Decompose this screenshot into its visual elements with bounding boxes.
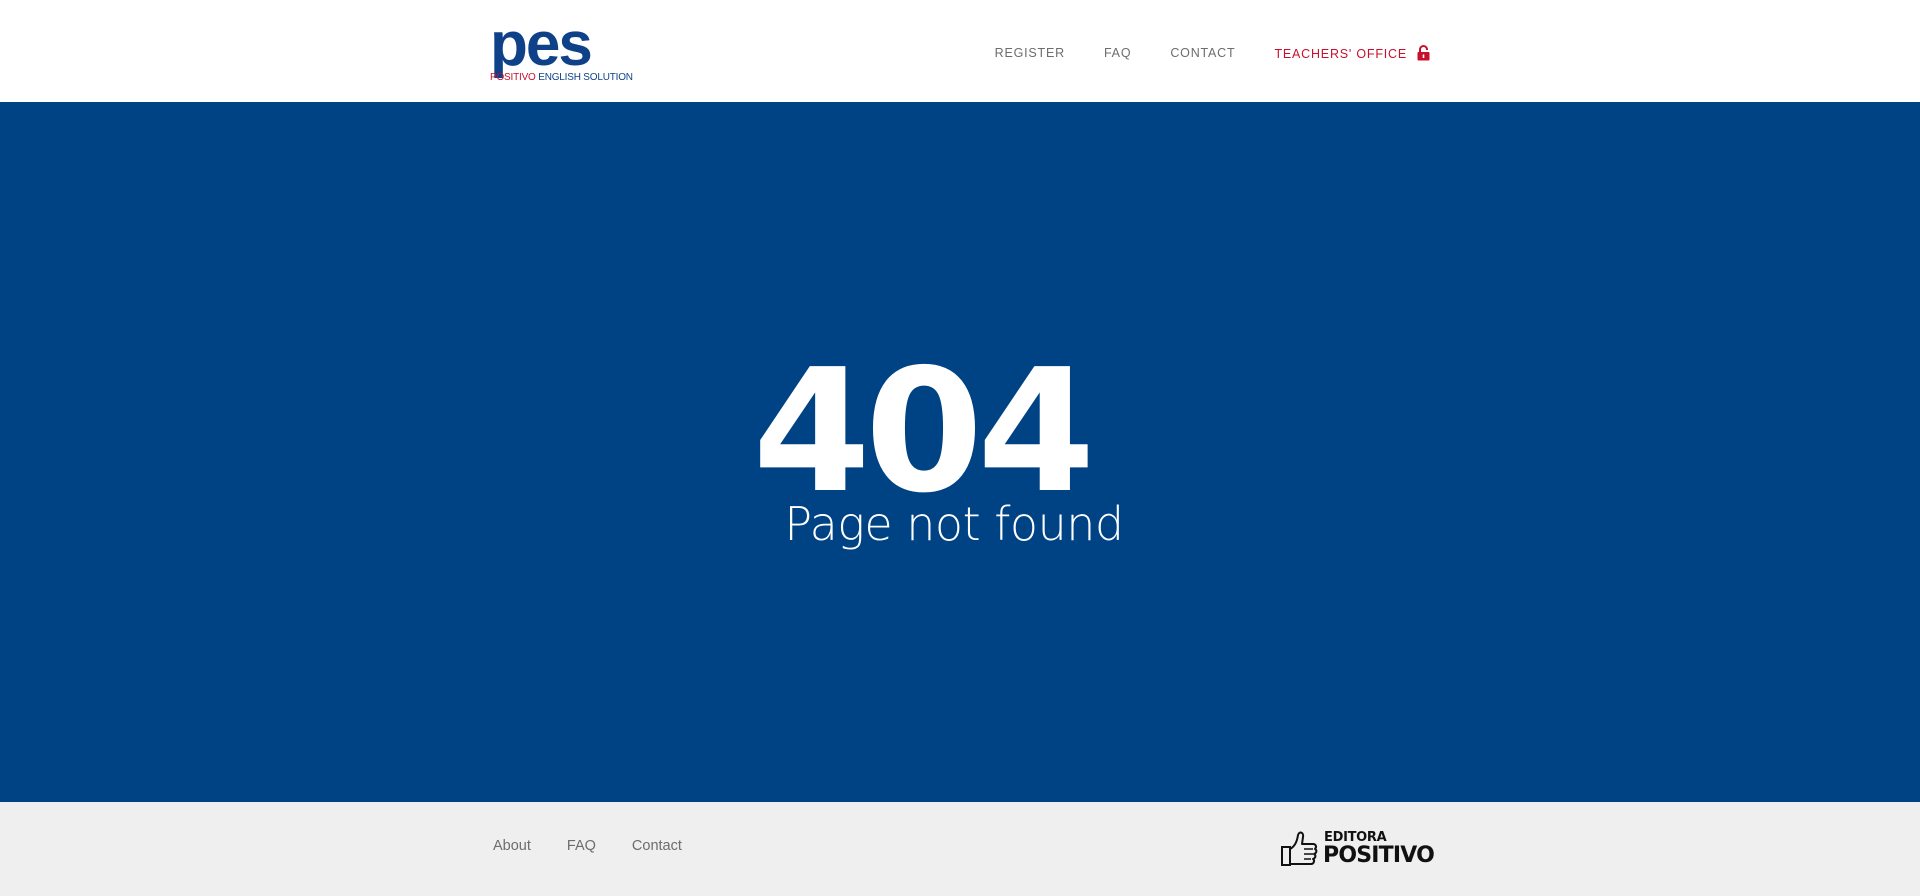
footer-link-contact[interactable]: Contact bbox=[632, 838, 682, 854]
error-message: Page not found bbox=[784, 497, 1124, 551]
footer-link-about[interactable]: About bbox=[493, 838, 531, 854]
editora-positivo-logo[interactable]: EDITORA POSITIVO bbox=[1278, 827, 1435, 871]
pes-logo[interactable]: pes POSITIVO ENGLISH SOLUTION bbox=[490, 10, 633, 86]
nav-faq[interactable]: FAQ bbox=[1104, 46, 1131, 60]
logo-mark: pes bbox=[490, 10, 593, 79]
site-footer: About FAQ Contact EDITORA POSITIVO bbox=[0, 802, 1920, 896]
nav-contact[interactable]: CONTACT bbox=[1170, 46, 1235, 60]
logo-subtitle-positivo: POSITIVO bbox=[490, 72, 536, 83]
logo-subtitle: POSITIVO ENGLISH SOLUTION bbox=[490, 72, 633, 83]
main-nav: REGISTER FAQ CONTACT TEACHERS' OFFICE bbox=[956, 44, 1430, 62]
nav-register[interactable]: REGISTER bbox=[995, 46, 1065, 60]
nav-teachers-office-label: TEACHERS' OFFICE bbox=[1274, 47, 1407, 61]
nav-teachers-office[interactable]: TEACHERS' OFFICE bbox=[1274, 45, 1430, 61]
logo-subtitle-english-solution: ENGLISH SOLUTION bbox=[535, 72, 633, 83]
footer-links: About FAQ Contact bbox=[493, 838, 718, 854]
brand-line-2: POSITIVO bbox=[1323, 843, 1435, 868]
lock-icon bbox=[1417, 45, 1430, 61]
site-header: pes POSITIVO ENGLISH SOLUTION REGISTER F… bbox=[0, 0, 1920, 102]
error-section: 404 Page not found bbox=[0, 102, 1920, 802]
thumbs-up-icon bbox=[1281, 831, 1318, 866]
error-code: 404 bbox=[752, 333, 1096, 531]
footer-link-faq[interactable]: FAQ bbox=[567, 838, 596, 854]
